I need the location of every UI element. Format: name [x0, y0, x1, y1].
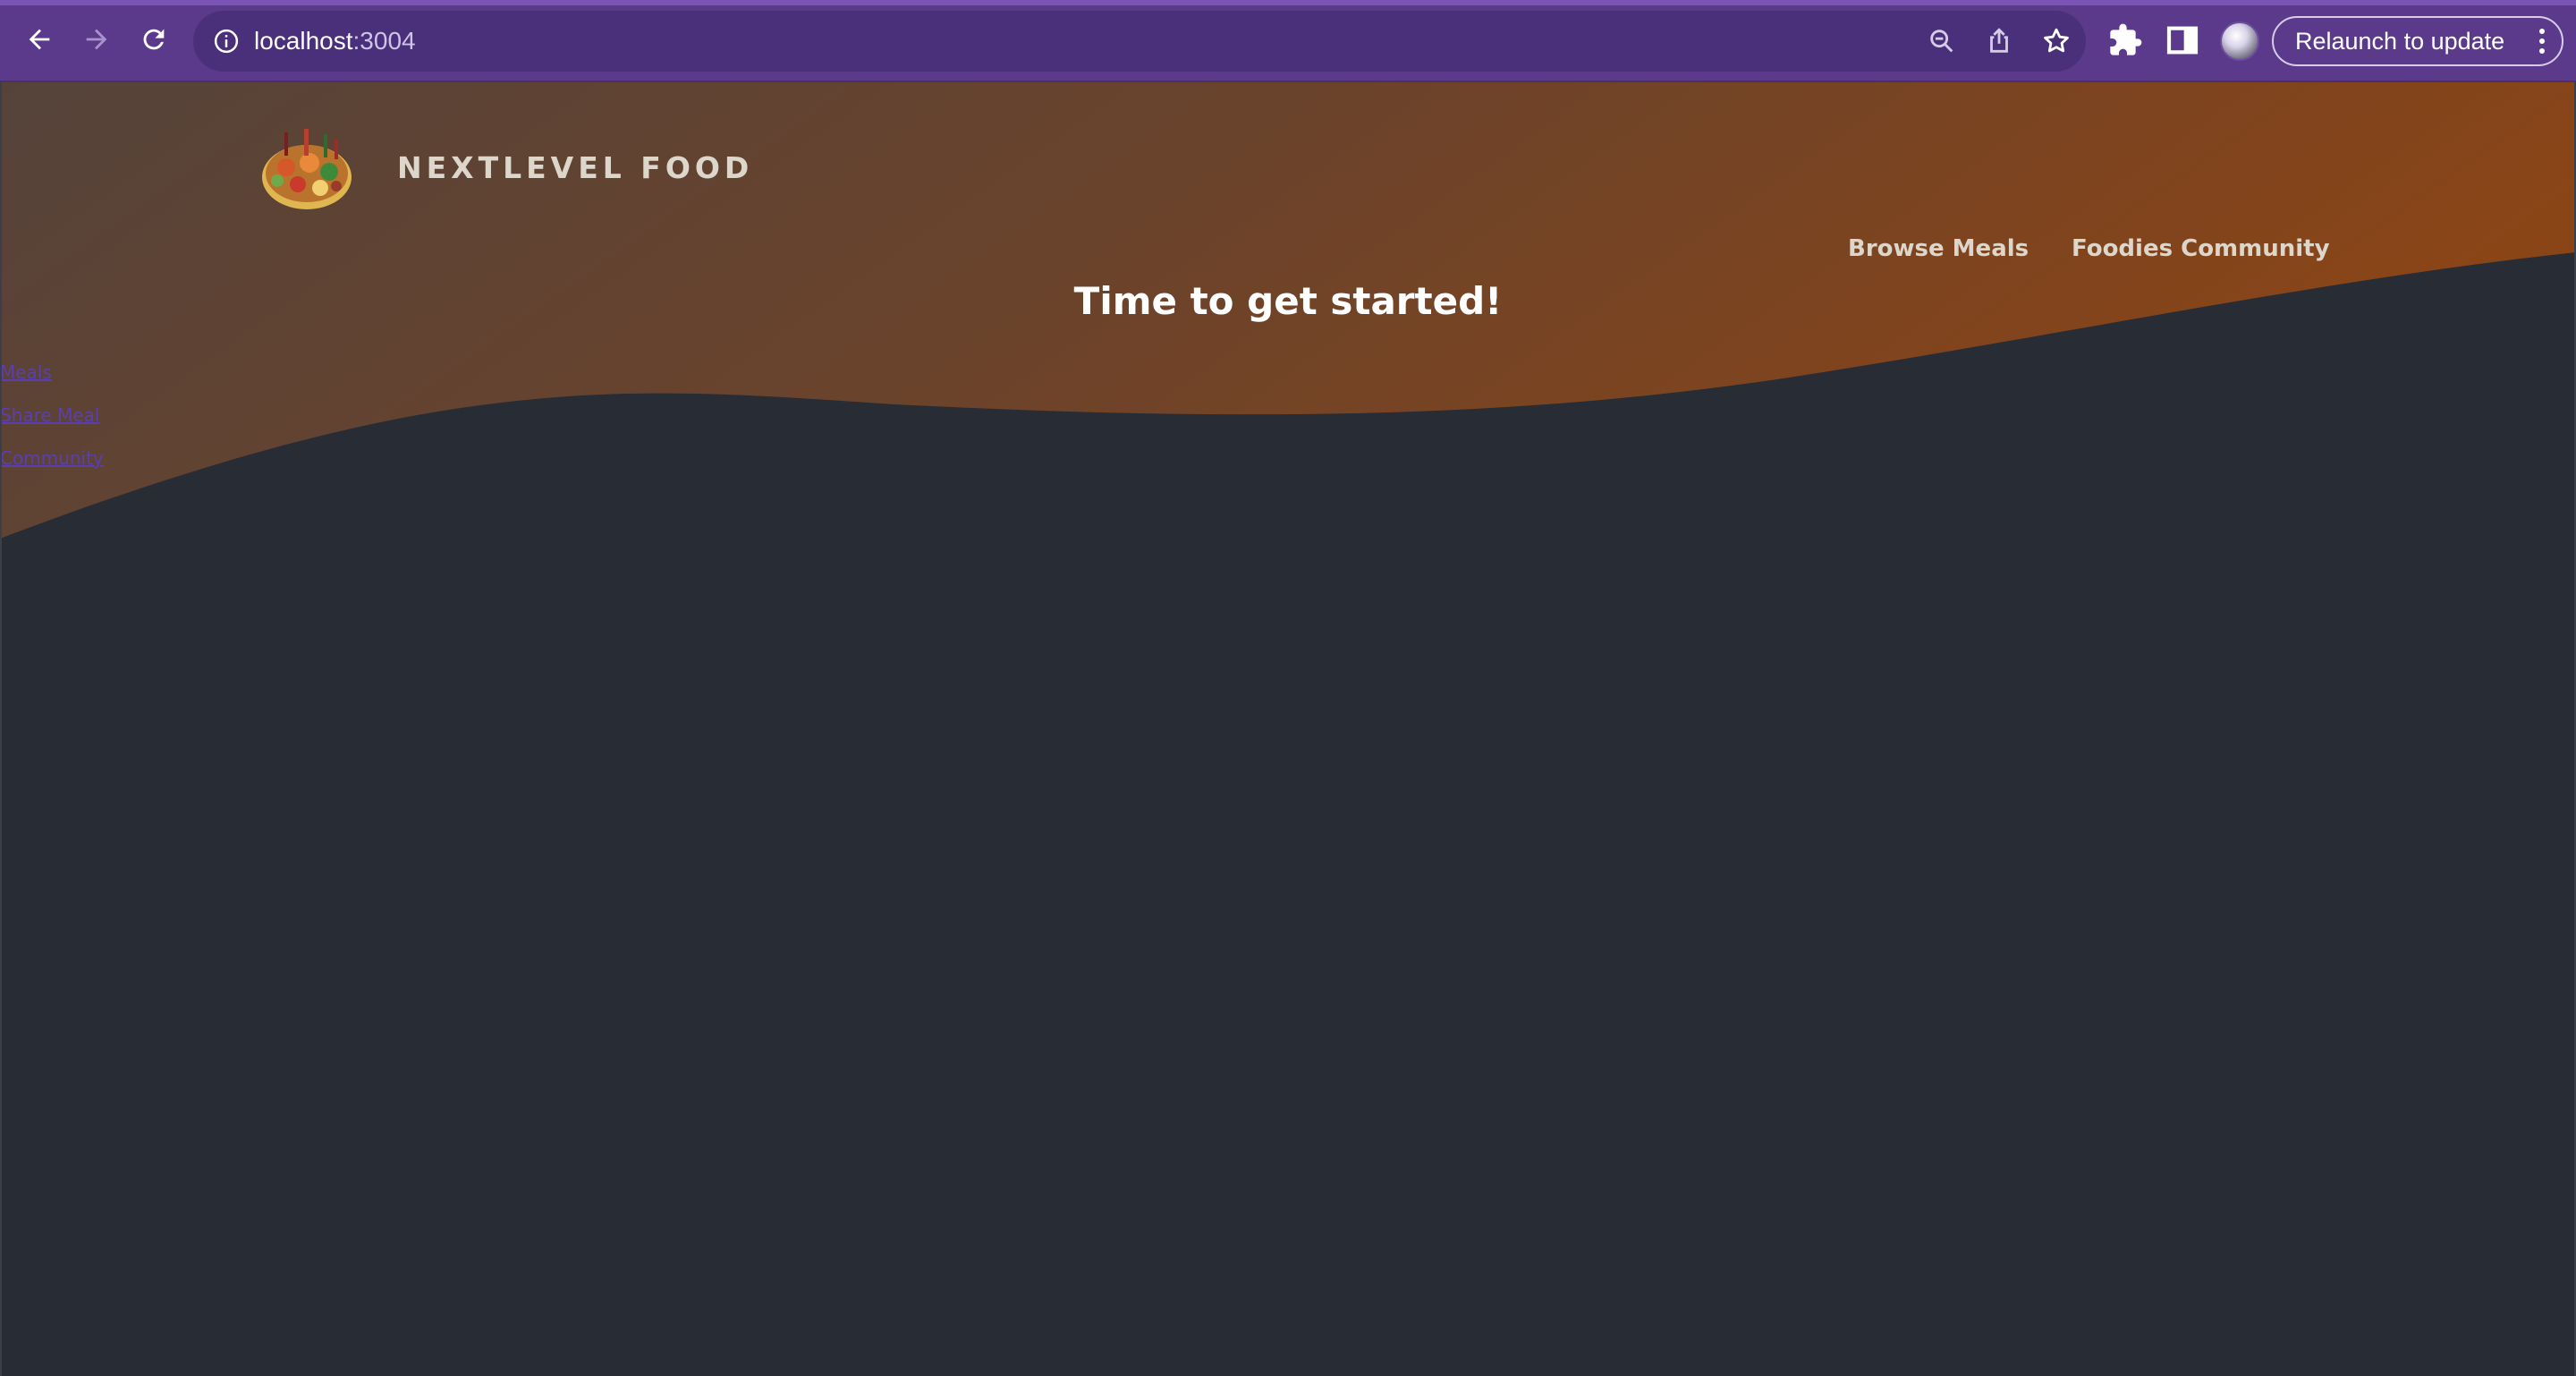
site-info-icon[interactable]	[213, 28, 240, 55]
reload-button[interactable]	[134, 20, 174, 59]
forward-button[interactable]	[77, 20, 116, 59]
food-plate-logo-icon	[262, 129, 352, 209]
main-nav: Browse Meals	[1848, 229, 2029, 268]
side-panel-icon[interactable]	[2165, 22, 2200, 58]
reload-icon	[143, 29, 165, 50]
site-header: NEXTLEVEL FOOD Browse Meals Foodies Comm…	[0, 82, 2576, 262]
kebab-menu-icon[interactable]	[2538, 29, 2546, 55]
logo-text: NEXTLEVEL FOOD	[397, 149, 754, 185]
link-share-meal[interactable]: Share Meal	[0, 394, 104, 437]
logo-link[interactable]: NEXTLEVEL FOOD	[258, 118, 753, 217]
extensions-icon[interactable]	[2107, 22, 2143, 58]
zoom-icon[interactable]	[1927, 26, 1957, 56]
browser-toolbar: localhost:3004 Relaunch to update	[0, 0, 2576, 82]
bookmark-star-icon[interactable]	[2041, 26, 2072, 56]
relaunch-button[interactable]: Relaunch to update	[2272, 16, 2563, 66]
side-link-list: Meals Share Meal Community	[0, 351, 104, 480]
address-bar[interactable]: localhost:3004	[193, 11, 2086, 72]
url-port: :3004	[352, 27, 416, 55]
page-title: Time to get started!	[1073, 279, 1503, 323]
nav-foodies-community[interactable]: Foodies Community	[2072, 235, 2330, 262]
relaunch-label: Relaunch to update	[2295, 27, 2505, 55]
share-icon[interactable]	[1984, 26, 2014, 56]
forward-icon	[86, 29, 107, 50]
back-icon	[29, 29, 50, 50]
link-meals[interactable]: Meals	[0, 351, 104, 394]
link-community[interactable]: Community	[0, 437, 104, 480]
window-edge-left	[0, 82, 2, 1376]
nav-browse-meals[interactable]: Browse Meals	[1848, 235, 2029, 262]
back-button[interactable]	[20, 20, 59, 59]
url-host: localhost	[254, 27, 353, 55]
profile-avatar[interactable]	[2220, 21, 2259, 61]
page-viewport: NEXTLEVEL FOOD Browse Meals Foodies Comm…	[0, 82, 2576, 1376]
tab-strip-edge	[0, 0, 2576, 5]
main-nav-secondary: Foodies Community	[2072, 229, 2330, 268]
url-text[interactable]: localhost:3004	[254, 27, 416, 55]
